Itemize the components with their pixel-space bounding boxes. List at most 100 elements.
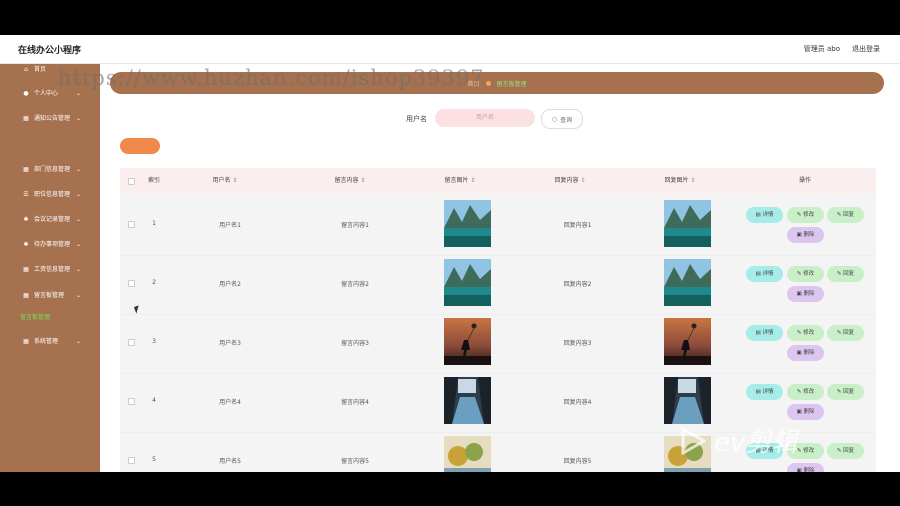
detail-button[interactable]: ▤ 详情 — [746, 325, 783, 341]
header-ops: 操作 — [798, 177, 811, 184]
grid-icon: ▦ — [23, 292, 29, 299]
sort-icon: ⇕ — [360, 177, 366, 184]
delete-button[interactable]: ▣ 删除 — [787, 404, 824, 420]
cell-username: 用户名1 — [219, 222, 241, 229]
table-row: 2 用户名2 留言内容2 回复内容2 ▤ 详情 ✎ 修改 ✎ 回复 ▣ 删除 — [120, 255, 876, 315]
edit-button[interactable]: ✎ 修改 — [787, 266, 824, 282]
topbar-right: 管理员 abo 退出登录 — [804, 44, 880, 54]
reply-button[interactable]: ✎ 回复 — [827, 384, 864, 400]
ev-logo-text: ev剪辑 — [714, 428, 798, 458]
cell-content: 留言内容4 — [341, 399, 369, 406]
sidebar-item-meeting[interactable]: ✱ 会议记录管理 ⌄ — [0, 212, 100, 228]
message-image[interactable] — [444, 259, 491, 306]
edit-button[interactable]: ✎ 修改 — [787, 325, 824, 341]
message-image[interactable] — [444, 318, 491, 365]
home-icon: ⌂ — [24, 66, 28, 73]
message-image[interactable] — [444, 200, 491, 247]
cell-content: 留言内容5 — [341, 458, 369, 465]
header-username[interactable]: 用户名 ⇕ — [190, 168, 260, 194]
edit-button[interactable]: ✎ 修改 — [787, 207, 824, 223]
cell-username: 用户名4 — [219, 399, 241, 406]
search-label: 用户名 — [406, 115, 427, 123]
cell-content: 留言内容2 — [341, 281, 369, 288]
cell-reply: 回复内容4 — [563, 399, 592, 406]
row-checkbox[interactable] — [128, 398, 135, 405]
header-content[interactable]: 留言内容 ⇕ — [315, 168, 385, 194]
table-row: 3 用户名3 留言内容3 回复内容3 ▤ 详情 ✎ 修改 ✎ 回复 ▣ 删除 — [120, 314, 876, 374]
detail-button[interactable]: ▤ 详情 — [746, 266, 783, 282]
detail-button[interactable]: ▤ 详情 — [746, 384, 783, 400]
sidebar-item-system[interactable]: ▦ 系统管理 ⌄ — [0, 334, 100, 350]
cell-username: 用户名2 — [219, 281, 241, 288]
cell-reply: 回复内容2 — [563, 281, 592, 288]
table-row: 1 用户名1 留言内容1 回复内容1 ▤ 详情 ✎ 修改 ✎ 回复 ▣ 删除 — [120, 196, 876, 256]
logout-link[interactable]: 退出登录 — [852, 44, 880, 54]
chevron-down-icon: ⌄ — [76, 266, 82, 273]
cell-reply: 回复内容5 — [563, 458, 592, 465]
search-button[interactable]: ○ 查询 — [541, 109, 583, 129]
chevron-down-icon: ⌄ — [76, 166, 82, 173]
row-checkbox[interactable] — [128, 280, 135, 287]
reply-image[interactable] — [664, 377, 711, 424]
header-reply-image[interactable]: 回复图片 ⇕ — [645, 168, 715, 194]
search-input[interactable]: 用户名 — [435, 109, 535, 127]
cell-username: 用户名5 — [219, 458, 241, 465]
sidebar-item-todo[interactable]: ✱ 待办事项管理 ⌄ — [0, 237, 100, 253]
delete-button[interactable]: ▣ 删除 — [787, 463, 824, 472]
breadcrumb-separator-icon — [485, 80, 491, 86]
cell-username: 用户名3 — [219, 340, 241, 347]
app-window: 在线办公小程序 管理员 abo 退出登录 ⌂ 首页 ● 个人中心 ⌄ ▦ 通知公告管理 ⌄… — [0, 35, 900, 472]
reply-button[interactable]: ✎ 回复 — [827, 325, 864, 341]
app-title: 在线办公小程序 — [18, 46, 82, 56]
reply-button[interactable]: ✎ 回复 — [827, 207, 864, 223]
cell-index: 5 — [152, 456, 156, 463]
sidebar-item-position[interactable]: ☰ 职位信息管理 ⌄ — [0, 187, 100, 203]
table-header: 索引 用户名 ⇕ 留言内容 ⇕ 留言图片 ⇕ 回复内容 ⇕ 回复图片 ⇕ 操作 — [120, 168, 876, 194]
select-all-checkbox[interactable] — [128, 178, 135, 185]
admin-label: 管理员 abo — [803, 45, 840, 53]
header-reply[interactable]: 回复内容 ⇕ — [535, 168, 605, 194]
detail-button[interactable]: ▤ 详情 — [746, 207, 783, 223]
chevron-down-icon: ⌄ — [76, 216, 82, 223]
add-button[interactable] — [120, 138, 160, 154]
sidebar-item-message[interactable]: ▦ 留言板管理 ⌄ — [0, 288, 100, 304]
search-icon: ○ — [551, 115, 558, 123]
header-index: 索引 — [147, 177, 160, 184]
delete-button[interactable]: ▣ 删除 — [787, 345, 824, 361]
grid-icon: ▦ — [23, 115, 29, 122]
sidebar-item-salary[interactable]: ▦ 工资信息管理 ⌄ — [0, 262, 100, 278]
message-image[interactable] — [444, 377, 491, 424]
grid-icon: ▦ — [23, 338, 29, 345]
sidebar-item-dept[interactable]: ▦ 部门信息管理 ⌄ — [0, 162, 100, 178]
reply-button[interactable]: ✎ 回复 — [827, 443, 864, 459]
cell-reply: 回复内容1 — [563, 222, 592, 229]
message-image[interactable] — [444, 436, 491, 472]
sidebar: ⌂ 首页 ● 个人中心 ⌄ ▦ 通知公告管理 ⌄ ▦ 部门信息管理 ⌄ ☰ 职位信息管理 ⌄ ✱ 会… — [0, 64, 100, 472]
delete-button[interactable]: ▣ 删除 — [787, 227, 824, 243]
reply-image[interactable] — [664, 259, 711, 306]
row-checkbox[interactable] — [128, 221, 135, 228]
cell-content: 留言内容1 — [341, 222, 369, 229]
topbar: 在线办公小程序 管理员 abo 退出登录 — [0, 35, 900, 64]
reply-button[interactable]: ✎ 回复 — [827, 266, 864, 282]
cell-index: 2 — [152, 279, 156, 286]
delete-button[interactable]: ▣ 删除 — [787, 286, 824, 302]
row-checkbox[interactable] — [128, 339, 135, 346]
sort-icon: ⇕ — [470, 177, 476, 184]
cell-index: 4 — [152, 397, 156, 404]
sidebar-item-notice[interactable]: ▦ 通知公告管理 ⌄ — [0, 111, 100, 127]
reply-image[interactable] — [664, 318, 711, 365]
edit-button[interactable]: ✎ 修改 — [787, 384, 824, 400]
gear-icon: ✱ — [23, 216, 29, 223]
header-image[interactable]: 留言图片 ⇕ — [425, 168, 495, 194]
sidebar-subitem-message[interactable]: 留言板管理 — [0, 310, 100, 326]
reply-image[interactable] — [664, 200, 711, 247]
play-icon — [681, 426, 706, 455]
sort-icon: ⇕ — [690, 177, 696, 184]
cell-content: 留言内容3 — [341, 340, 369, 347]
sort-icon: ⇕ — [580, 177, 586, 184]
ev-logo: ev剪辑 — [680, 422, 797, 459]
row-checkbox[interactable] — [128, 457, 135, 464]
watermark-text: https://www.huzhan.com/ishop39397 — [58, 66, 485, 90]
breadcrumb-current: 留言板管理 — [496, 80, 527, 88]
